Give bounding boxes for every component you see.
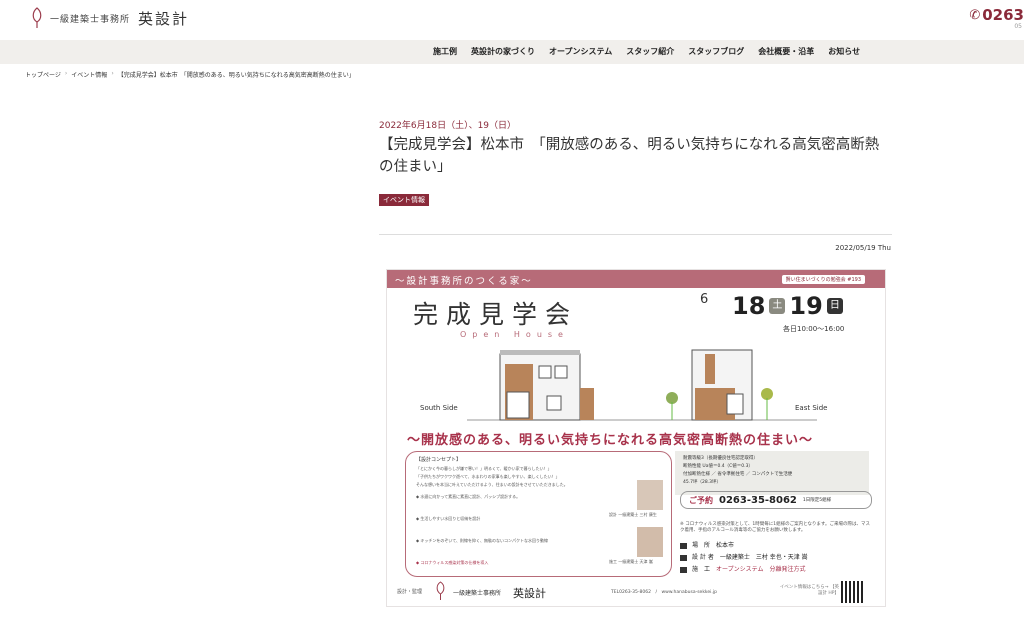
concept-line: 「子供たちがワクワク遊べて、水まわりの家事も楽しやすい、楽しくしたい！」 [416, 474, 560, 479]
flyer-day-1: 18 [732, 292, 766, 320]
footer-role: 設計・監理 [397, 589, 423, 595]
post-date: 2022/05/19 Thu [835, 244, 891, 252]
concept-line: ◆ コロナウィルス感染対策の仕様を導入 [416, 560, 489, 565]
footer-side-note: イベント情報はこちら→ 【英設計 HP】 [779, 585, 839, 596]
concept-line: ◆ 生活しやすい水回りと収納を設計 [416, 516, 481, 521]
post-title: 【完成見学会】松本市 「開放感のある、明るい気持ちになれる高気密高断熱の住まい」 [379, 137, 880, 175]
detail-designer: 設 計 者 一級建築士 三村 幸也・天津 嵩 [680, 552, 808, 561]
flyer-month: 6 [700, 292, 709, 307]
breadcrumb-home[interactable]: トップページ [25, 70, 61, 79]
builder-caption: 施工 一級建築士 天津 嵩 [609, 559, 653, 564]
flyer-dates: 18 土 19 日 [732, 292, 847, 320]
footer-firm: 一級建築士事務所 [453, 590, 502, 597]
nav-item-house-making[interactable]: 英設計の家づくり [471, 46, 535, 57]
designer-photo [637, 480, 663, 510]
flyer-tagline: ～開放感のある、明るい気持ちになれる高気密高断熱の住まい～ [407, 433, 814, 448]
spec-line: 耐震等級3（長期優良住宅認定取得） [683, 456, 758, 461]
flyer-banner-text: ～設計事務所のつくる家～ [395, 276, 533, 287]
flyer-headline: 完成見学会 [413, 300, 579, 329]
nav-item-staff-blog[interactable]: スタッフブログ [688, 46, 744, 57]
header-phone[interactable]: ✆ 0263 [969, 6, 1024, 24]
spec-box: 耐震等級3（長期優良住宅認定取得） 断熱性能 Ua値＝0.4（C値＝0.3） 付… [675, 451, 869, 495]
spec-line: 付加断熱仕様 ／ 省令準拠住宅 ／ コンパクトで生活便 [683, 472, 793, 477]
nav-item-works[interactable]: 施工例 [433, 46, 457, 57]
logo-mark-icon [32, 7, 42, 28]
event-details: 場 所 松本市 設 計 者 一級建築士 三村 幸也・天津 嵩 施 工 オープンシ… [680, 540, 808, 576]
global-nav: 施工例 英設計の家づくり オープンシステム スタッフ紹介 スタッフブログ 会社概… [0, 40, 1024, 64]
designer-caption: 設計 一級建築士 三村 康生 [609, 512, 657, 517]
divider [379, 234, 892, 235]
site-header: 一級建築士事務所 英設計 ✆ 0263 05 [0, 0, 1024, 40]
breadcrumb-current: 【完成見学会】松本市 「開放感のある、明るい気持ちになれる高気密高断熱の住まい」 [117, 72, 355, 79]
flyer-day-2: 19 [789, 292, 823, 320]
concept-line: そんな想いを本当に叶えていただけるよう、住まいの設計をさせていただきました。 [416, 482, 568, 487]
flyer-footer: 設計・監理 一級建築士事務所 英設計 TEL0263-35-8062 / www… [387, 578, 885, 606]
logo-brand-name: 英設計 [138, 9, 190, 28]
breadcrumb-category[interactable]: イベント情報 [71, 70, 107, 79]
breadcrumb-separator-icon: › [64, 70, 68, 77]
footer-name: 英設計 [513, 587, 546, 600]
footer-logo-icon [436, 581, 445, 600]
house-illustration [467, 349, 817, 421]
flyer-dow-2: 日 [826, 298, 843, 314]
reservation-slots: 1日限定5組様 [802, 498, 832, 503]
flyer-subtitle: Open House [460, 330, 569, 339]
nav-item-staff[interactable]: スタッフ紹介 [626, 46, 674, 57]
phone-icon: ✆ [969, 7, 981, 23]
phone-subtext: 05 [1014, 23, 1022, 30]
phone-number: 0263 [982, 6, 1024, 24]
category-badge[interactable]: イベント情報 [379, 194, 429, 206]
detail-construction: 施 工 オープンシステム 分離発注方式 [680, 564, 808, 573]
qr-code-icon [841, 581, 863, 603]
nav-item-open-system[interactable]: オープンシステム [549, 46, 612, 57]
flyer-hours: 各日10:00～16:00 [783, 325, 845, 333]
breadcrumb-separator-icon: › [111, 70, 114, 77]
site-logo[interactable]: 一級建築士事務所 英設計 [30, 7, 189, 29]
covid-notice: ※ コロナウィルス感染対策として、1時間毎に1組様のご案内となります。ご来場の際… [680, 522, 870, 533]
flyer-dow-1: 土 [769, 298, 786, 314]
flyer-seminar-tag: 賢い住まいづくりの勉強会 #193 [781, 275, 865, 284]
east-side-label: East Side [795, 404, 828, 412]
flyer-banner: ～設計事務所のつくる家～ 賢い住まいづくりの勉強会 #193 [387, 270, 885, 288]
breadcrumb: トップページ › イベント情報 › 【完成見学会】松本市 「開放感のある、明るい… [25, 70, 355, 79]
event-flyer-image: ～設計事務所のつくる家～ 賢い住まいづくりの勉強会 #193 完成見学会 Ope… [386, 269, 886, 607]
detail-location: 場 所 松本市 [680, 540, 808, 549]
south-side-label: South Side [420, 404, 458, 412]
logo-firm-label: 一級建築士事務所 [50, 14, 131, 25]
concept-line: ◆ 水廻に向かって素直に素直に設計、パッシブ設計する。 [416, 494, 521, 499]
spec-line: 断熱性能 Ua値＝0.4（C値＝0.3） [683, 464, 753, 469]
reservation-box: ご予約 0263-35-8062 1日限定5組様 [680, 491, 872, 509]
nav-item-company[interactable]: 会社概要・沿革 [758, 46, 814, 57]
nav-item-news[interactable]: お知らせ [828, 46, 860, 57]
concept-line: 「とにかく今の暮らしが嫌で寒い！」明るくて、暖かい家で暮らしたい！」 [416, 466, 552, 471]
reservation-label: ご予約 [689, 495, 713, 505]
builder-photo [637, 527, 663, 557]
event-date: 2022年6月18日（土）、19（日） [379, 121, 517, 131]
footer-tel: TEL0263-35-8062 / www.hanabusa-sekkei.jp [611, 590, 717, 595]
concept-title: 【設計コンセプト】 [416, 457, 462, 463]
reservation-phone: 0263-35-8062 [719, 494, 797, 506]
spec-line: 45.7坪（28.3坪） [683, 480, 722, 485]
concept-line: ◆ キッチンをのぞいて、則線を抑く、無駄のないコンパクトな水回り動線 [416, 538, 549, 543]
